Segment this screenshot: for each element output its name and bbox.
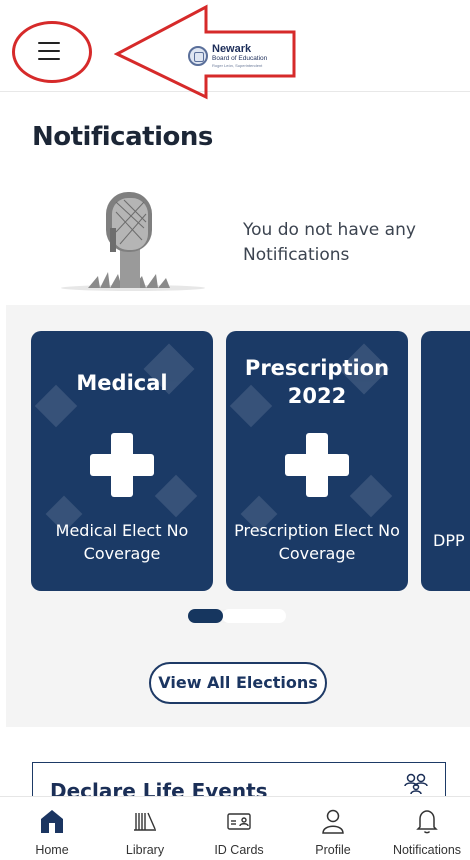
tab-label: Notifications bbox=[392, 843, 462, 857]
logo-seal-icon bbox=[188, 46, 208, 66]
view-all-elections-button[interactable]: View All Elections bbox=[149, 662, 327, 704]
bottom-tab-bar: Home Library ID Cards Profile Notificati… bbox=[0, 796, 470, 860]
card-title: Medical bbox=[76, 371, 168, 395]
tab-label: Home bbox=[35, 843, 69, 857]
tab-notifications[interactable]: Notifications bbox=[380, 797, 470, 860]
logo-line-2: Board of Education bbox=[212, 55, 268, 62]
logo-line-3: Roger León, Superintendent bbox=[212, 63, 263, 68]
tab-label: ID Cards bbox=[214, 843, 264, 857]
app-header: Newark Board of Education Roger León, Su… bbox=[0, 0, 470, 100]
card-title: Prescription 2022 bbox=[244, 356, 390, 408]
carousel-pager[interactable] bbox=[188, 609, 286, 623]
pager-dot-active[interactable] bbox=[188, 609, 223, 623]
profile-icon bbox=[322, 809, 344, 834]
election-card-dpp[interactable]: DPP bbox=[421, 331, 470, 591]
tab-label: Profile bbox=[315, 843, 351, 857]
people-icon bbox=[404, 773, 428, 795]
tab-library[interactable]: Library bbox=[98, 797, 192, 860]
home-icon bbox=[41, 810, 63, 833]
bell-icon bbox=[416, 810, 438, 834]
page-title: Notifications bbox=[32, 122, 213, 152]
library-icon bbox=[134, 812, 156, 831]
logo-line-1: Newark bbox=[212, 43, 252, 55]
card-description: DPP bbox=[433, 531, 465, 550]
mailbox-illustration bbox=[61, 192, 205, 291]
tab-label: Library bbox=[125, 843, 165, 857]
plus-icon bbox=[90, 433, 154, 497]
election-card-prescription[interactable]: Prescription 2022 Prescription Elect No … bbox=[226, 331, 408, 591]
annotation-circle bbox=[12, 21, 92, 83]
tab-home[interactable]: Home bbox=[5, 797, 99, 860]
election-card-medical[interactable]: Medical Medical Elect No Coverage bbox=[31, 331, 213, 591]
card-description: Prescription Elect No Coverage bbox=[234, 521, 400, 563]
tab-profile[interactable]: Profile bbox=[286, 797, 380, 860]
pager-dot-inactive[interactable] bbox=[222, 609, 286, 623]
empty-notifications-message: You do not have any Notifications bbox=[243, 220, 416, 265]
plus-icon bbox=[285, 433, 349, 497]
card-description: Medical Elect No Coverage bbox=[55, 521, 189, 563]
newark-logo: Newark Board of Education Roger León, Su… bbox=[188, 44, 267, 68]
id-card-icon bbox=[227, 813, 251, 830]
tab-id-cards[interactable]: ID Cards bbox=[192, 797, 286, 860]
